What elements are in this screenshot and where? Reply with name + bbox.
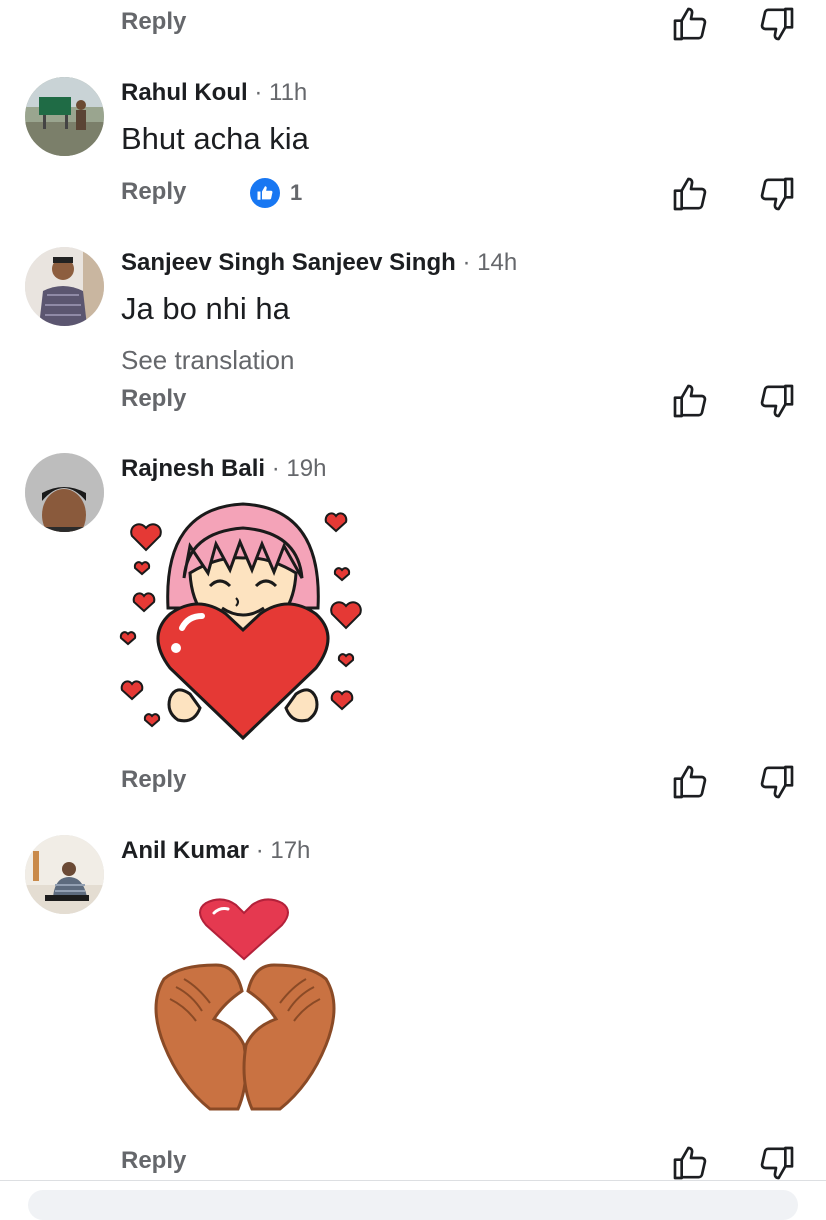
comment-text: Ja bo nhi ha <box>121 291 290 326</box>
comment-time: 11h <box>269 79 308 106</box>
comment-author[interactable]: Rajnesh Bali · 19h <box>121 455 326 483</box>
thumbs-down-icon[interactable] <box>757 762 797 802</box>
see-translation-link[interactable]: See translation <box>121 345 294 376</box>
reply-button[interactable]: Reply <box>121 178 186 206</box>
reply-button[interactable]: Reply <box>121 385 186 413</box>
thumbs-down-icon[interactable] <box>757 1143 797 1183</box>
thumbs-up-icon[interactable] <box>670 1143 710 1183</box>
thumbs-up-icon[interactable] <box>670 381 710 421</box>
comment-time: 17h <box>270 837 311 864</box>
thumbs-up-icon[interactable] <box>670 4 710 44</box>
thumbs-down-icon[interactable] <box>757 4 797 44</box>
heart-girl-sticker[interactable] <box>118 498 368 753</box>
comment-author[interactable]: Sanjeev Singh Sanjeev Singh · 14h <box>121 249 517 277</box>
avatar[interactable] <box>25 247 104 326</box>
avatar[interactable] <box>25 453 104 532</box>
comment-input[interactable] <box>28 1190 798 1220</box>
reaction-count: 1 <box>290 180 303 205</box>
reaction-summary[interactable]: 1 <box>250 178 302 208</box>
reply-button[interactable]: Reply <box>121 766 186 794</box>
like-reaction-icon <box>250 178 280 208</box>
thumbs-down-icon[interactable] <box>757 381 797 421</box>
reply-button[interactable]: Reply <box>121 1147 186 1175</box>
comment-author[interactable]: Anil Kumar · 17h <box>121 837 310 865</box>
thumbs-up-icon[interactable] <box>670 174 710 214</box>
thumbs-down-icon[interactable] <box>757 174 797 214</box>
comment-time: 19h <box>286 455 327 482</box>
comment-text: Bhut acha kia <box>121 121 309 156</box>
divider <box>0 1180 826 1181</box>
avatar[interactable] <box>25 77 104 156</box>
reply-button[interactable]: Reply <box>121 8 186 36</box>
avatar[interactable] <box>25 835 104 914</box>
comment-time: 14h <box>477 249 518 276</box>
heart-hands-sticker[interactable] <box>140 895 350 1120</box>
comment-author[interactable]: Rahul Koul · 11h <box>121 79 307 107</box>
thumbs-up-icon[interactable] <box>670 762 710 802</box>
